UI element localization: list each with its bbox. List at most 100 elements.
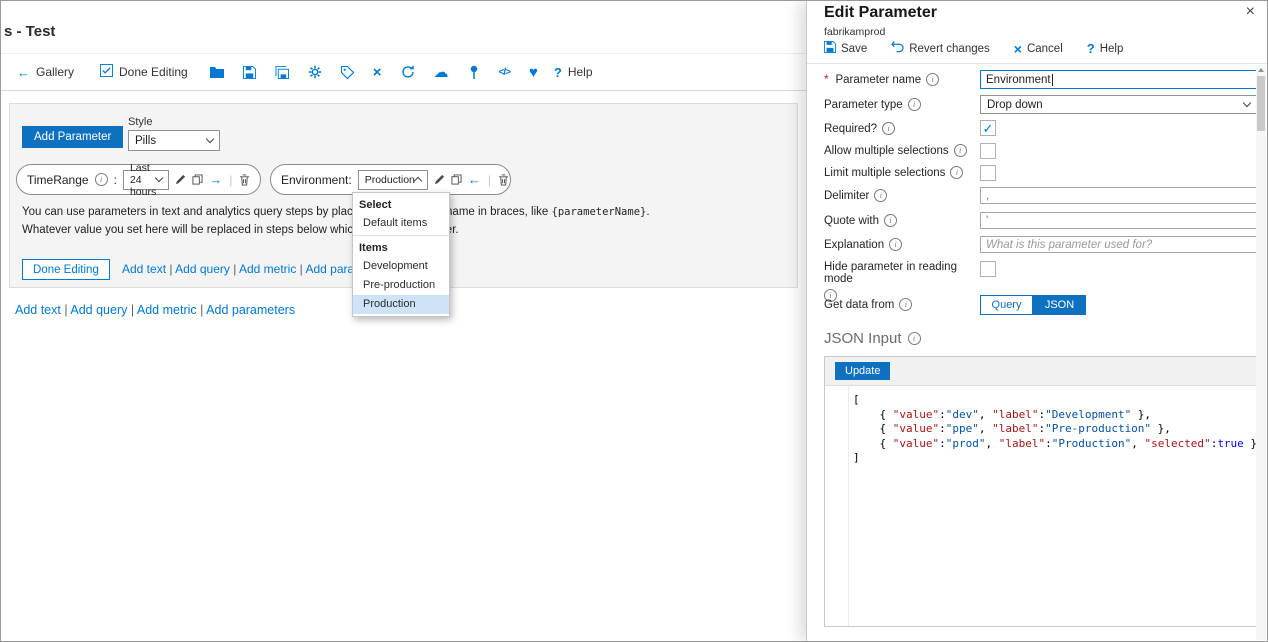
info-icon: i	[908, 332, 921, 345]
revert-changes-button[interactable]: Revert changes	[891, 41, 990, 56]
parameter-name-value: Environment	[986, 74, 1051, 86]
menu-item-default-items[interactable]: Default items	[353, 214, 449, 233]
info-icon: i	[95, 173, 108, 186]
help-icon: ?	[554, 66, 562, 79]
menu-item-pre-production[interactable]: Pre-production	[353, 276, 449, 295]
toolbar-divider	[1, 90, 806, 91]
environment-parameter-pill: Environment: Production ← |	[270, 164, 511, 195]
allow-multiple-selections-checkbox[interactable]	[980, 143, 996, 159]
refresh-icon[interactable]	[401, 65, 415, 79]
link-separator: |	[166, 262, 175, 276]
done-editing-toolbar-button[interactable]: Done Editing	[100, 64, 188, 80]
style-label: Style	[128, 116, 152, 128]
save-icon[interactable]	[243, 66, 256, 79]
delete-trash-icon[interactable]	[239, 174, 250, 186]
limit-multiple-selections-checkbox[interactable]	[980, 165, 996, 181]
link-add-text[interactable]: Add text	[15, 303, 61, 317]
code-editor[interactable]: [ { "value":"dev", "label":"Development"…	[825, 386, 1256, 626]
close-icon[interactable]: ×	[1246, 4, 1255, 20]
info-icon: i	[908, 98, 921, 111]
parameter-name-input[interactable]: Environment	[980, 70, 1257, 89]
cloud-icon[interactable]: ☁	[434, 65, 449, 80]
save-as-icon[interactable]	[275, 66, 289, 79]
explanation-input[interactable]: What is this parameter used for?	[980, 236, 1257, 253]
link-add-parameters[interactable]: Add parameters	[206, 303, 295, 317]
menu-item-development[interactable]: Development	[353, 257, 449, 276]
timerange-parameter-pill: TimeRange i : Last 24 hours → |	[16, 164, 261, 195]
timerange-select[interactable]: Last 24 hours	[123, 170, 169, 190]
edit-pencil-icon[interactable]	[434, 174, 445, 185]
panel-action-bar: Save Revert changes × Cancel ? Help	[824, 41, 1123, 56]
done-editing-icon	[100, 64, 113, 80]
delimiter-input[interactable]: ,	[980, 187, 1257, 204]
environment-dropdown-menu: Select Default items Items DevelopmentPr…	[352, 192, 450, 317]
style-select-value: Pills	[135, 135, 156, 147]
help-icon: ?	[1087, 42, 1095, 55]
info-icon: i	[884, 214, 897, 227]
info-icon: i	[926, 73, 939, 86]
get-data-query-button[interactable]: Query	[980, 295, 1033, 315]
code-line: ]	[853, 451, 1256, 466]
info-icon: i	[950, 166, 963, 179]
link-add-metric[interactable]: Add metric	[239, 262, 296, 276]
text-caret	[1052, 74, 1053, 86]
panel-title: Edit Parameter	[824, 4, 937, 22]
panel-divider	[807, 63, 1267, 64]
duplicate-icon[interactable]	[192, 174, 203, 185]
edit-pencil-icon[interactable]	[175, 174, 186, 185]
help-label: Help	[568, 65, 593, 79]
parameters-step: Add Parameter Style Pills TimeRange i : …	[9, 103, 798, 288]
save-button[interactable]: Save	[824, 41, 867, 56]
duplicate-icon[interactable]	[451, 174, 462, 185]
editor-toolbar: Update	[825, 357, 1256, 386]
parameter-name-code: {parameterName}	[552, 206, 647, 218]
folder-icon[interactable]	[210, 66, 224, 78]
gallery-button[interactable]: ← Gallery	[17, 65, 74, 79]
menu-items-group: DevelopmentPre-productionProduction	[353, 257, 449, 314]
link-add-text[interactable]: Add text	[122, 262, 166, 276]
scroll-up-arrow-icon[interactable]	[1258, 68, 1264, 72]
delete-trash-icon[interactable]	[498, 174, 509, 186]
parameters-hint-line1: You can use parameters in text and analy…	[22, 206, 650, 218]
panel-scrollbar[interactable]	[1256, 65, 1266, 640]
tag-icon[interactable]	[341, 66, 354, 79]
style-select[interactable]: Pills	[128, 130, 220, 151]
cancel-x-icon: ×	[1014, 42, 1022, 56]
json-input-heading: JSON Input i	[824, 330, 921, 347]
update-button[interactable]: Update	[835, 362, 890, 380]
bottom-add-links: Add text | Add query | Add metric | Add …	[15, 303, 295, 317]
cancel-button[interactable]: × Cancel	[1014, 42, 1063, 56]
move-left-icon[interactable]: ←	[468, 173, 481, 186]
code-icon[interactable]: </>	[499, 67, 510, 78]
info-icon: i	[882, 122, 895, 135]
pill-divider: |	[229, 173, 232, 187]
environment-select[interactable]: Production	[358, 170, 428, 190]
done-editing-label: Done Editing	[119, 65, 188, 79]
get-data-json-button[interactable]: JSON	[1033, 295, 1086, 315]
link-add-metric[interactable]: Add metric	[137, 303, 197, 317]
quote-with-label: Quote with i	[824, 214, 897, 227]
delimiter-label: Delimiter i	[824, 189, 887, 202]
add-parameter-button[interactable]: Add Parameter	[22, 126, 123, 148]
required-checkbox[interactable]: ✓	[980, 120, 996, 136]
move-right-icon[interactable]: →	[209, 173, 222, 186]
panel-help-button[interactable]: ? Help	[1087, 42, 1124, 55]
pin-icon[interactable]	[468, 65, 480, 79]
code-line: { "value":"dev", "label":"Development" }…	[853, 408, 1256, 423]
link-separator: |	[61, 303, 71, 317]
heart-icon[interactable]: ♥	[529, 65, 538, 80]
link-separator: |	[127, 303, 137, 317]
link-add-query[interactable]: Add query	[70, 303, 127, 317]
parameter-type-select[interactable]: Drop down	[980, 95, 1257, 114]
close-x-icon[interactable]: ×	[373, 65, 382, 80]
help-button[interactable]: ? Help	[554, 65, 593, 79]
hide-parameter-label: Hide parameter in reading mode i	[824, 261, 982, 302]
link-add-query[interactable]: Add query	[175, 262, 230, 276]
scrollbar-thumb[interactable]	[1257, 76, 1265, 131]
settings-gear-icon[interactable]	[308, 65, 322, 79]
quote-with-input[interactable]: '	[980, 212, 1257, 229]
done-editing-section-button[interactable]: Done Editing	[22, 259, 110, 280]
hide-parameter-checkbox[interactable]	[980, 261, 996, 277]
info-icon: i	[874, 189, 887, 202]
menu-item-production[interactable]: Production	[353, 295, 449, 314]
